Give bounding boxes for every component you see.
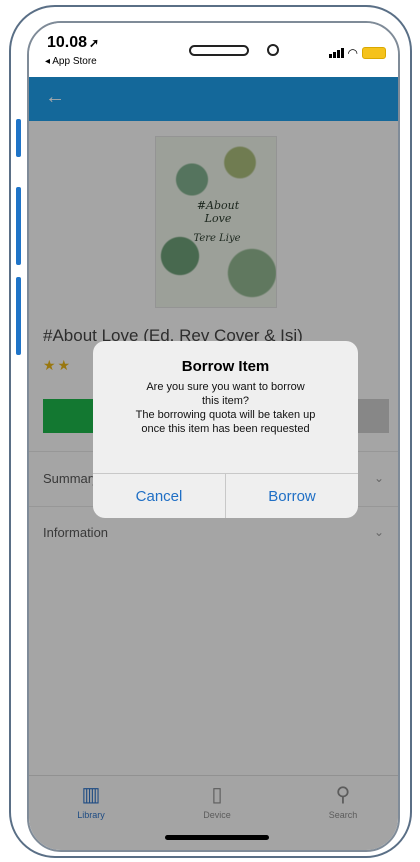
dialog-title: Borrow Item bbox=[181, 358, 270, 375]
dialog-message: Are you sure you want to borrow this ite… bbox=[135, 381, 316, 435]
phone-frame: 10.08 ➚ ◂ App Store ◠ ← #About Love Tere … bbox=[9, 5, 412, 858]
screen: 10.08 ➚ ◂ App Store ◠ ← #About Love Tere … bbox=[27, 21, 400, 852]
wifi-icon: ◠ bbox=[347, 46, 358, 60]
dialog-actions: Cancel Borrow bbox=[93, 473, 358, 518]
borrow-button[interactable]: Borrow bbox=[226, 474, 358, 518]
battery-icon bbox=[362, 47, 386, 59]
location-icon: ➚ bbox=[89, 36, 100, 50]
side-button bbox=[16, 277, 21, 355]
status-time: 10.08 ➚ bbox=[47, 34, 100, 51]
side-button bbox=[16, 187, 21, 265]
borrow-dialog: Borrow Item Are you sure you want to bor… bbox=[93, 341, 358, 518]
cancel-button[interactable]: Cancel bbox=[93, 474, 226, 518]
status-bar: 10.08 ➚ ◂ App Store ◠ bbox=[29, 23, 398, 77]
camera-icon bbox=[267, 44, 279, 56]
status-icons: ◠ bbox=[328, 46, 386, 60]
speaker-icon bbox=[189, 45, 249, 56]
side-button bbox=[16, 119, 21, 157]
back-to-app-store[interactable]: ◂ App Store bbox=[45, 56, 97, 67]
signal-icon bbox=[328, 48, 344, 58]
